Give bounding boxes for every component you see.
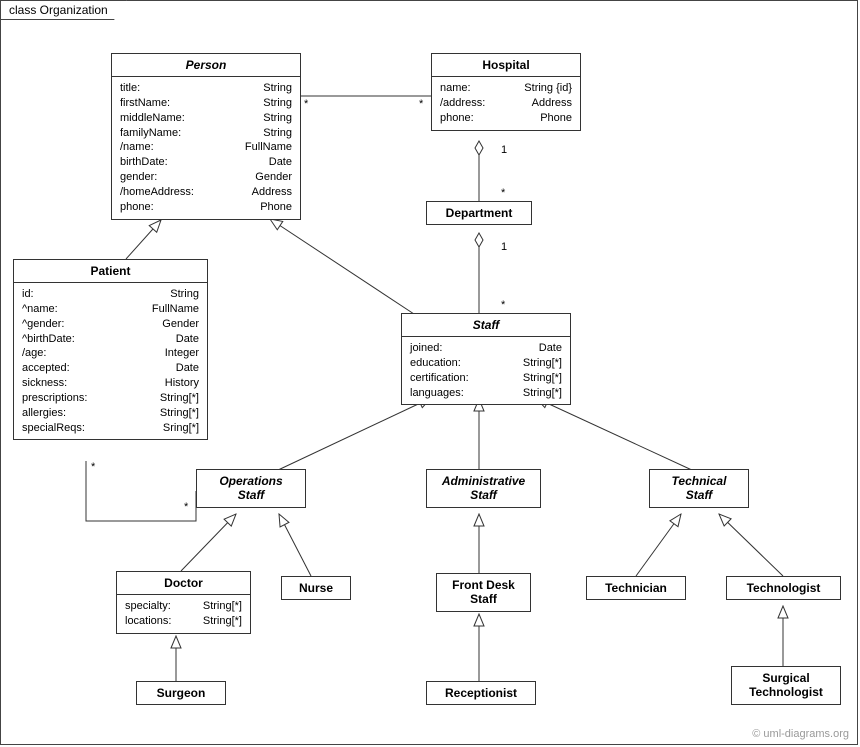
class-title: Hospital [432, 54, 580, 77]
class-operations-staff: OperationsStaff [196, 469, 306, 508]
class-title: Surgeon [137, 682, 225, 704]
class-title: Department [427, 202, 531, 224]
class-title: Staff [402, 314, 570, 337]
class-title: SurgicalTechnologist [732, 667, 840, 704]
class-attrs: title:String firstName:String middleName… [112, 77, 300, 219]
class-technical-staff: TechnicalStaff [649, 469, 749, 508]
class-administrative-staff: AdministrativeStaff [426, 469, 541, 508]
mult: * [91, 461, 95, 473]
class-title: Technologist [727, 577, 840, 599]
class-title: AdministrativeStaff [427, 470, 540, 507]
class-title: TechnicalStaff [650, 470, 748, 507]
class-title: OperationsStaff [197, 470, 305, 507]
class-hospital: Hospital name:String {id} /address:Addre… [431, 53, 581, 131]
class-front-desk-staff: Front DeskStaff [436, 573, 531, 612]
class-attrs: name:String {id} /address:Address phone:… [432, 77, 580, 130]
class-attrs: specialty:String[*] locations:String[*] [117, 595, 250, 633]
frame-title: class Organization [0, 0, 127, 20]
class-patient: Patient id:String ^name:FullName ^gender… [13, 259, 208, 440]
class-title: Patient [14, 260, 207, 283]
mult: * [304, 98, 308, 110]
class-surgical-technologist: SurgicalTechnologist [731, 666, 841, 705]
class-title: Doctor [117, 572, 250, 595]
class-title: Technician [587, 577, 685, 599]
frame-title-text: class Organization [9, 3, 108, 17]
class-attrs: id:String ^name:FullName ^gender:Gender … [14, 283, 207, 439]
class-title: Nurse [282, 577, 350, 599]
mult: 1 [501, 144, 507, 156]
class-title: Receptionist [427, 682, 535, 704]
watermark: © uml-diagrams.org [752, 728, 849, 740]
diagram-frame: class Organization [0, 0, 858, 745]
class-staff: Staff joined:Date education:String[*] ce… [401, 313, 571, 405]
class-title: Front DeskStaff [437, 574, 530, 611]
mult: * [501, 187, 505, 199]
mult: * [419, 98, 423, 110]
class-receptionist: Receptionist [426, 681, 536, 705]
mult: * [501, 299, 505, 311]
class-department: Department [426, 201, 532, 225]
class-technologist: Technologist [726, 576, 841, 600]
mult: * [184, 501, 188, 513]
class-attrs: joined:Date education:String[*] certific… [402, 337, 570, 404]
class-person: Person title:String firstName:String mid… [111, 53, 301, 220]
class-title: Person [112, 54, 300, 77]
class-doctor: Doctor specialty:String[*] locations:Str… [116, 571, 251, 634]
class-surgeon: Surgeon [136, 681, 226, 705]
mult: 1 [501, 241, 507, 253]
class-nurse: Nurse [281, 576, 351, 600]
class-technician: Technician [586, 576, 686, 600]
